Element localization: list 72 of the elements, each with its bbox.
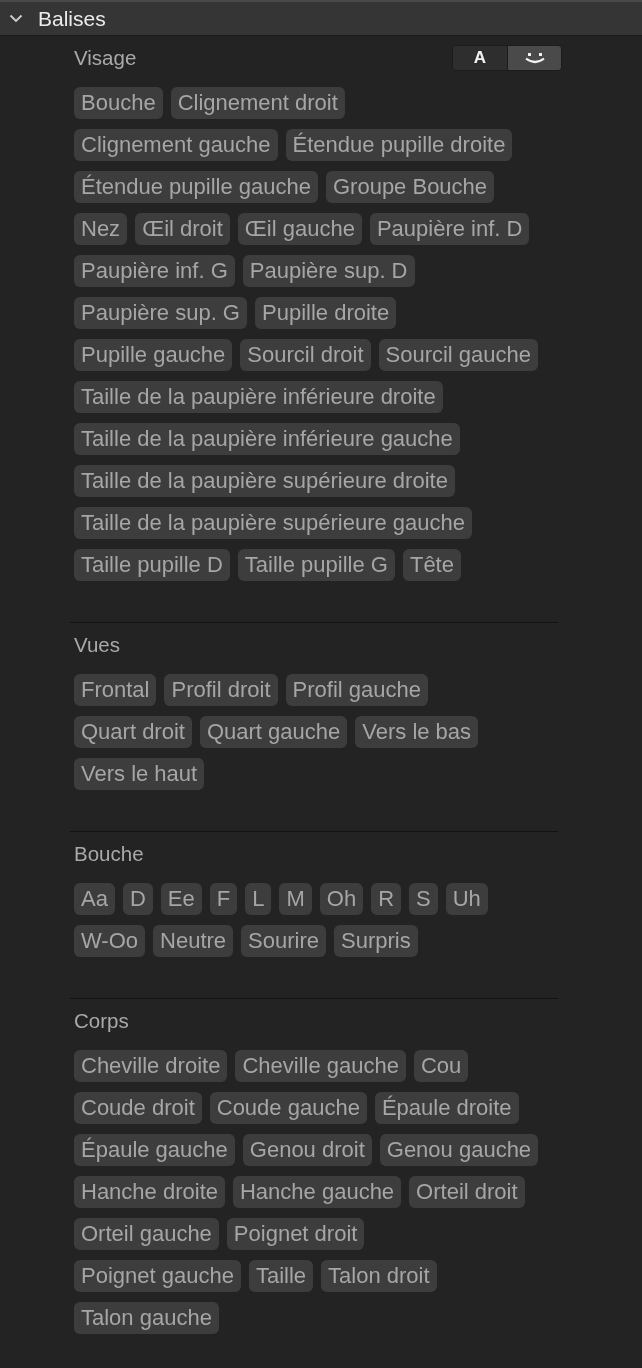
tag-chip[interactable]: Genou gauche <box>379 1134 539 1166</box>
tag-chip[interactable]: Sourcil gauche <box>378 339 539 371</box>
tag-chip[interactable]: Genou droit <box>242 1134 372 1166</box>
tag-chip[interactable]: Étendue pupille droite <box>285 129 513 161</box>
tag-chip[interactable]: Taille pupille D <box>74 549 230 581</box>
chevron-icon <box>9 14 23 23</box>
tag-chip[interactable]: Tête <box>402 549 461 581</box>
tag-chip[interactable]: Surpris <box>334 925 418 957</box>
tag-chip[interactable]: Talon droit <box>321 1260 437 1292</box>
tag-chip[interactable]: Étendue pupille gauche <box>74 171 318 203</box>
tag-chip[interactable]: Paupière sup. D <box>242 255 415 287</box>
tag-chip[interactable]: Sourcil droit <box>240 339 371 371</box>
tag-chip[interactable]: Oh <box>319 883 364 915</box>
tag-chip[interactable]: Profil droit <box>164 674 278 706</box>
tag-chip[interactable]: Ee <box>160 883 202 915</box>
face-view-button[interactable] <box>507 46 561 70</box>
tag-chip[interactable]: Orteil droit <box>409 1176 525 1208</box>
section-title: Corps <box>74 1008 129 1034</box>
tag-chip[interactable]: Œil droit <box>135 213 230 245</box>
section-header[interactable]: Balises <box>0 0 642 36</box>
tag-chip[interactable]: Vers le haut <box>74 758 205 790</box>
tag-chip[interactable]: Poignet droit <box>226 1218 365 1250</box>
smiley-icon <box>524 52 545 64</box>
tag-chip[interactable]: Quart gauche <box>199 716 348 748</box>
tag-chip[interactable]: Sourire <box>241 925 326 957</box>
tag-chip[interactable]: Taille de la paupière supérieure gauche <box>74 507 473 539</box>
tag-chip[interactable]: Aa <box>74 883 115 915</box>
tag-chip[interactable]: Vers le bas <box>355 716 479 748</box>
section-title: Visage <box>74 45 137 71</box>
tag-chip[interactable]: Pupille gauche <box>74 339 233 371</box>
tag-chip[interactable]: Cheville gauche <box>235 1050 406 1082</box>
tag-chip[interactable]: Clignement droit <box>170 87 345 119</box>
tag-chip[interactable]: W-Oo <box>74 925 146 957</box>
tag-chip[interactable]: M <box>279 883 312 915</box>
tag-chip[interactable]: Neutre <box>153 925 234 957</box>
tag-chip[interactable]: R <box>371 883 401 915</box>
tag-chip[interactable]: Paupière inf. D <box>369 213 530 245</box>
tag-chip[interactable]: Taille <box>248 1260 314 1292</box>
tag-chip[interactable]: Coude droit <box>74 1092 202 1124</box>
tag-chip[interactable]: Taille de la paupière inférieure droite <box>74 381 443 413</box>
tag-chip[interactable]: Œil gauche <box>237 213 362 245</box>
tag-chip[interactable]: Pupille droite <box>255 297 397 329</box>
tag-chip[interactable]: S <box>409 883 438 915</box>
tag-chip[interactable]: Profil gauche <box>285 674 428 706</box>
tag-chip[interactable]: Cou <box>413 1050 469 1082</box>
tag-chip[interactable]: Nez <box>74 213 128 245</box>
tag-chip[interactable]: Groupe Bouche <box>325 171 495 203</box>
tag-chip[interactable]: F <box>209 883 238 915</box>
tag-chip[interactable]: Orteil gauche <box>74 1218 219 1250</box>
tag-chip[interactable]: Quart droit <box>74 716 192 748</box>
tag-chip[interactable]: Bouche <box>74 87 163 119</box>
tag-chip[interactable]: Taille pupille G <box>237 549 395 581</box>
tag-chip[interactable]: Talon gauche <box>74 1302 219 1334</box>
tag-chip[interactable]: Taille de la paupière inférieure gauche <box>74 423 460 455</box>
tag-chip[interactable]: Hanche droite <box>74 1176 225 1208</box>
tag-chip[interactable]: Poignet gauche <box>74 1260 241 1292</box>
tag-chip[interactable]: Frontal <box>74 674 157 706</box>
section-title: Bouche <box>74 841 144 867</box>
tag-chip[interactable]: Taille de la paupière supérieure droite <box>74 465 455 497</box>
section-title: Vues <box>74 632 120 658</box>
tag-chip[interactable]: Hanche gauche <box>233 1176 402 1208</box>
tag-chip[interactable]: Épaule droite <box>374 1092 519 1124</box>
tag-chip[interactable]: Cheville droite <box>74 1050 228 1082</box>
tag-chip[interactable]: Paupière inf. G <box>74 255 235 287</box>
tag-chip[interactable]: L <box>245 883 272 915</box>
tag-chip[interactable]: Coude gauche <box>209 1092 367 1124</box>
tag-chip[interactable]: D <box>122 883 153 915</box>
text-view-button[interactable]: A <box>453 46 507 70</box>
tag-chip[interactable]: Épaule gauche <box>74 1134 235 1166</box>
tag-chip[interactable]: Clignement gauche <box>74 129 278 161</box>
tag-chip[interactable]: Uh <box>445 883 488 915</box>
tag-chip[interactable]: Paupière sup. G <box>74 297 247 329</box>
